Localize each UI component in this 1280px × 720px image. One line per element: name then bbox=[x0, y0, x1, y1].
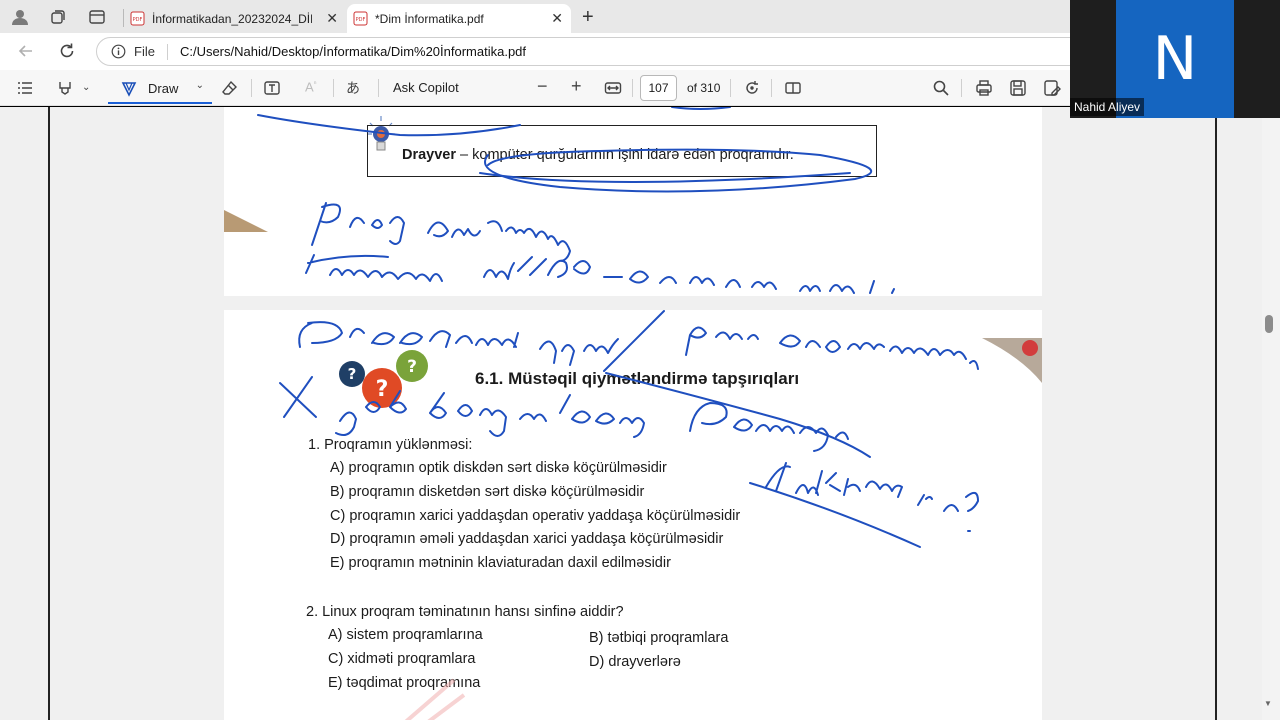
page-stamp-mark bbox=[404, 678, 466, 720]
rotate-icon[interactable] bbox=[743, 79, 761, 97]
page-texture-corner bbox=[224, 210, 268, 232]
pdf-page-previous: Drayver – kompüter qurğularının işini id… bbox=[224, 107, 1042, 296]
tab-title: *Dim İnformatika.pdf bbox=[375, 11, 484, 26]
search-icon[interactable] bbox=[932, 79, 950, 97]
participant-name: Nahid Aliyev bbox=[1070, 98, 1145, 116]
tab-dim-informatika[interactable]: PDF *Dim İnformatika.pdf ✕ bbox=[347, 4, 571, 33]
divider bbox=[771, 79, 772, 97]
zoom-out-icon[interactable]: − bbox=[537, 76, 555, 96]
save-as-icon[interactable] bbox=[1043, 79, 1061, 97]
fit-to-width-icon[interactable] bbox=[604, 79, 622, 97]
page-number-input[interactable]: 107 bbox=[640, 75, 677, 101]
close-tab-icon[interactable]: ✕ bbox=[551, 10, 563, 27]
ask-copilot-button[interactable]: Ask Copilot bbox=[393, 80, 459, 95]
answer-option: A) sistem proqramlarına bbox=[328, 627, 483, 643]
question-1: 1. Proqramın yüklənməsi: bbox=[308, 437, 473, 453]
svg-text:PDF: PDF bbox=[356, 17, 366, 23]
close-tab-icon[interactable]: ✕ bbox=[326, 10, 338, 27]
text-box-icon[interactable] bbox=[263, 79, 281, 97]
chevron-down-icon[interactable]: ⌄ bbox=[196, 80, 204, 91]
page-count: of 310 bbox=[687, 81, 721, 95]
draw-label: Draw bbox=[148, 80, 179, 96]
contents-icon[interactable] bbox=[16, 79, 34, 97]
definition-box: Drayver – kompüter qurğularının işini id… bbox=[367, 125, 877, 177]
highlight-icon[interactable] bbox=[56, 79, 74, 97]
definition-body: – kompüter qurğularının işini idarə edən… bbox=[456, 147, 794, 163]
answer-option: A) proqramın optik diskdən sərt diskə kö… bbox=[330, 460, 667, 476]
svg-text:?: ? bbox=[407, 357, 417, 377]
draw-button[interactable]: Draw ⌄ bbox=[108, 74, 212, 104]
divider bbox=[961, 79, 962, 97]
answer-option: B) tətbiqi proqramlara bbox=[589, 630, 729, 646]
svg-text:?: ? bbox=[348, 365, 357, 383]
scheme-label: File bbox=[134, 44, 155, 59]
page-texture-corner bbox=[982, 338, 1042, 383]
tab-informatikadan[interactable]: PDF İnformatikadan_20232024_DİM_s ✕ bbox=[124, 4, 346, 33]
translate-icon[interactable]: あ bbox=[346, 78, 364, 96]
tab-title: İnformatikadan_20232024_DİM_s bbox=[152, 11, 312, 26]
chevron-down-icon[interactable]: ⌄ bbox=[82, 82, 100, 100]
vertical-tabs-icon[interactable] bbox=[87, 7, 107, 27]
pdf-viewport[interactable]: Drayver – kompüter qurğularının işini id… bbox=[0, 107, 1280, 720]
page-shadow-right bbox=[1215, 107, 1217, 720]
url-text: C:/Users/Nahid/Desktop/İnformatika/Dim%2… bbox=[179, 44, 527, 59]
divider bbox=[333, 79, 334, 97]
draw-icon bbox=[121, 82, 137, 97]
answer-option: C) proqramın xarici yaddaşdan operativ y… bbox=[330, 508, 741, 524]
divider bbox=[632, 79, 633, 97]
divider bbox=[166, 43, 168, 60]
scrollbar-thumb[interactable] bbox=[1265, 315, 1273, 333]
back-icon[interactable] bbox=[16, 41, 36, 61]
scrollbar[interactable] bbox=[1262, 107, 1280, 720]
answer-option: B) proqramın disketdən sərt diskə köçürü… bbox=[330, 484, 645, 500]
video-call-overlay: N Nahid Aliyev bbox=[1070, 0, 1280, 118]
svg-text:PDF: PDF bbox=[133, 17, 143, 23]
pdf-page-current: ? ? ? 6.1. Müstəqil qiymətləndirmə tapşı… bbox=[224, 310, 1042, 720]
url-input[interactable]: File C:/Users/Nahid/Desktop/İnformatika/… bbox=[96, 37, 1096, 66]
print-icon[interactable] bbox=[975, 79, 993, 97]
new-tab-icon[interactable]: + bbox=[582, 6, 594, 29]
section-title: 6.1. Müstəqil qiymətləndirmə tapşırıqlar… bbox=[475, 369, 800, 388]
pdf-file-icon: PDF bbox=[130, 11, 145, 26]
answer-option: C) xidməti proqramlara bbox=[328, 651, 476, 667]
workspaces-icon[interactable] bbox=[48, 7, 68, 27]
save-icon[interactable] bbox=[1009, 79, 1027, 97]
answer-option: D) drayverlərə bbox=[589, 654, 681, 670]
question-marks-icon: ? ? ? bbox=[339, 350, 428, 408]
page-view-icon[interactable] bbox=[784, 79, 802, 97]
answer-option: E) proqramın mətninin klaviaturadan daxi… bbox=[330, 555, 671, 571]
refresh-icon[interactable] bbox=[57, 41, 77, 61]
divider bbox=[730, 79, 731, 97]
eraser-icon[interactable] bbox=[221, 79, 239, 97]
divider bbox=[251, 79, 252, 97]
answer-option: D) proqramın əməli yaddaşdan xarici yadd… bbox=[330, 531, 724, 547]
svg-text:?: ? bbox=[376, 377, 389, 402]
page-shadow-left bbox=[48, 107, 50, 720]
profile-icon[interactable] bbox=[10, 7, 30, 27]
scroll-down-icon[interactable]: ▼ bbox=[1264, 699, 1272, 708]
question-2: 2. Linux proqram təminatının hansı sinfi… bbox=[306, 604, 624, 620]
info-icon[interactable] bbox=[111, 44, 126, 59]
zoom-in-icon[interactable]: + bbox=[571, 76, 589, 96]
read-aloud-icon[interactable]: Aⁿ bbox=[305, 79, 323, 97]
definition-text: Drayver – kompüter qurğularının işini id… bbox=[402, 147, 794, 163]
divider bbox=[378, 79, 379, 97]
definition-term: Drayver bbox=[402, 147, 457, 163]
pdf-file-icon: PDF bbox=[353, 11, 368, 26]
